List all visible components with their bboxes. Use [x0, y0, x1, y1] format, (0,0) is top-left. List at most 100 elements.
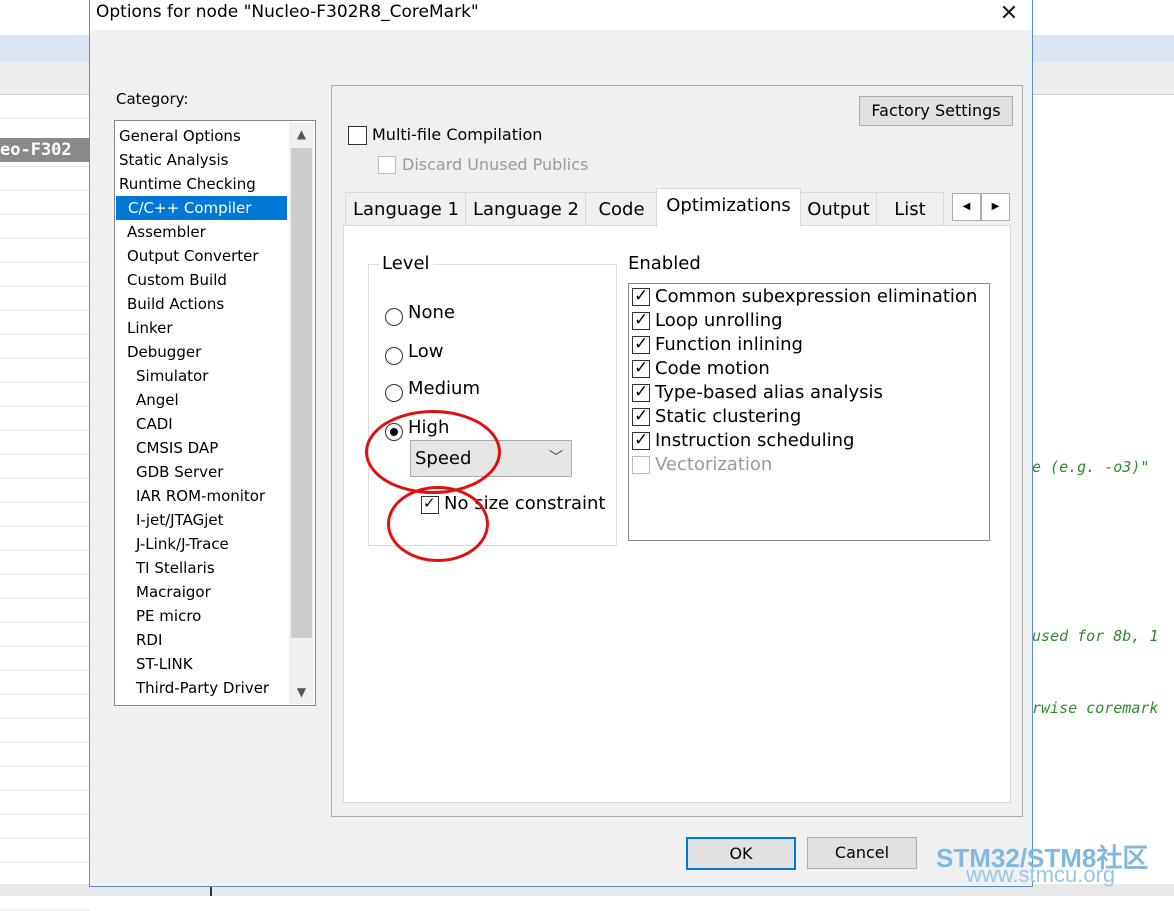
ide-tree-row — [0, 191, 90, 215]
category-item[interactable]: Custom Build — [115, 268, 287, 292]
multi-file-checkbox[interactable] — [348, 126, 367, 145]
category-item[interactable]: IAR ROM-monitor — [115, 484, 287, 508]
ok-button[interactable]: OK — [686, 837, 796, 870]
enabled-item-label: Common subexpression elimination — [655, 286, 978, 307]
category-item[interactable]: Assembler — [115, 220, 287, 244]
tab-language-1[interactable]: Language 1 — [345, 192, 467, 226]
ide-tree-row — [0, 359, 90, 383]
ide-tree-row — [0, 95, 90, 119]
ide-tree-row — [0, 311, 90, 335]
ide-tree-row — [0, 383, 90, 407]
enabled-item-checkbox[interactable] — [632, 358, 650, 378]
enabled-item-checkbox[interactable] — [632, 286, 650, 306]
chevron-down-icon: ﹀ — [549, 450, 563, 466]
ide-tree-row — [0, 527, 90, 551]
radio-medium-label: Medium — [408, 378, 480, 399]
code-line: used for 8b, 1 — [1032, 627, 1159, 645]
dialog-title: Options for node "Nucleo-F302R8_CoreMark… — [96, 2, 479, 22]
ide-tree-row — [0, 263, 90, 287]
ide-tree-row — [0, 695, 90, 719]
category-scrollbar[interactable]: ▲ ▼ — [289, 122, 314, 704]
category-item[interactable]: Third-Party Driver — [115, 676, 287, 700]
tab-scroll-right-icon[interactable]: ▶ — [981, 193, 1010, 221]
ide-workspace-tree — [0, 95, 90, 911]
category-label: Category: — [116, 90, 189, 108]
multi-file-label: Multi-file Compilation — [372, 125, 543, 144]
cancel-button[interactable]: Cancel — [807, 837, 917, 869]
category-item[interactable]: Runtime Checking — [115, 172, 287, 196]
discard-unused-checkbox[interactable] — [378, 156, 396, 174]
category-item[interactable]: PE micro — [115, 604, 287, 628]
category-item[interactable]: I-jet/JTAGjet — [115, 508, 287, 532]
annotation-circle — [365, 410, 501, 494]
ide-tree-row — [0, 647, 90, 671]
ide-tree-row — [0, 239, 90, 263]
scroll-up-arrow-icon[interactable]: ▲ — [289, 122, 314, 146]
ide-tree-row — [0, 767, 90, 791]
category-item[interactable]: CMSIS DAP — [115, 436, 287, 460]
radio-none[interactable] — [385, 308, 403, 326]
enabled-item-checkbox[interactable] — [632, 430, 650, 450]
enabled-item-checkbox[interactable] — [632, 310, 650, 330]
ide-tree-row — [0, 335, 90, 359]
enabled-item-checkbox[interactable] — [632, 456, 650, 474]
ide-tree-row — [0, 431, 90, 455]
dialog-title-bar[interactable]: Options for node "Nucleo-F302R8_CoreMark… — [90, 0, 1032, 30]
category-item[interactable]: Output Converter — [115, 244, 287, 268]
ide-tree-row — [0, 503, 90, 527]
ide-tree-row — [0, 167, 90, 191]
factory-settings-button[interactable]: Factory Settings — [859, 96, 1013, 126]
ide-tree-row — [0, 839, 90, 863]
code-line: e (e.g. -o3)" — [1032, 458, 1150, 476]
enabled-item-checkbox[interactable] — [632, 334, 650, 354]
category-list: General Options Static Analysis Runtime Ch… — [114, 120, 316, 706]
scroll-thumb[interactable] — [291, 148, 312, 638]
radio-none-label: None — [408, 302, 455, 323]
ide-tree-row — [0, 551, 90, 575]
close-icon[interactable]: ✕ — [995, 1, 1023, 27]
tab-optimizations[interactable]: Optimizations — [656, 188, 801, 227]
category-item[interactable]: General Options — [115, 124, 287, 148]
ide-workspace-node[interactable]: eo-F302 — [0, 138, 90, 162]
enabled-item-checkbox[interactable] — [632, 382, 650, 402]
tab-code[interactable]: Code — [585, 192, 658, 226]
tab-output[interactable]: Output — [799, 192, 878, 226]
ide-tree-row — [0, 287, 90, 311]
category-item[interactable]: Build Actions — [115, 292, 287, 316]
scroll-down-arrow-icon[interactable]: ▼ — [289, 680, 314, 704]
category-item[interactable]: Simulator — [115, 364, 287, 388]
tab-scroll-left-icon[interactable]: ◀ — [952, 193, 981, 221]
category-item[interactable]: Debugger — [115, 340, 287, 364]
ide-tree-row — [0, 215, 90, 239]
enabled-item-label: Instruction scheduling — [655, 430, 855, 451]
category-item[interactable]: C/C++ Compiler — [116, 196, 287, 220]
category-item[interactable]: Static Analysis — [115, 148, 287, 172]
enabled-item-checkbox[interactable] — [632, 406, 650, 426]
options-dialog: Options for node "Nucleo-F302R8_CoreMark… — [89, 0, 1033, 887]
tab-list[interactable]: List — [876, 192, 944, 226]
ide-tree-row — [0, 815, 90, 839]
category-item[interactable]: RDI — [115, 628, 287, 652]
ide-tree-row — [0, 599, 90, 623]
tab-language-2[interactable]: Language 2 — [465, 192, 587, 226]
ide-tree-row — [0, 623, 90, 647]
enabled-item-label: Vectorization — [655, 454, 773, 475]
category-item[interactable]: Macraigor — [115, 580, 287, 604]
radio-medium[interactable] — [385, 384, 403, 402]
ide-tree-row — [0, 455, 90, 479]
enabled-list: Common subexpression elimination Loop unr… — [628, 283, 990, 541]
category-item[interactable]: CADI — [115, 412, 287, 436]
category-item[interactable]: J-Link/J-Trace — [115, 532, 287, 556]
category-item[interactable]: Linker — [115, 316, 287, 340]
annotation-circle — [387, 486, 489, 562]
category-item[interactable]: Angel — [115, 388, 287, 412]
ide-editor-tabbar — [1032, 35, 1174, 62]
category-item[interactable]: TI Stellaris — [115, 556, 287, 580]
discard-unused-label: Discard Unused Publics — [402, 155, 589, 174]
category-item[interactable]: GDB Server — [115, 460, 287, 484]
ide-tree-row — [0, 719, 90, 743]
watermark-logo: STM32/STM8社区 www.stmcu.org — [936, 838, 1148, 887]
category-item[interactable]: ST-LINK — [115, 652, 287, 676]
radio-low[interactable] — [385, 347, 403, 365]
code-line: rwise coremark — [1032, 699, 1159, 717]
